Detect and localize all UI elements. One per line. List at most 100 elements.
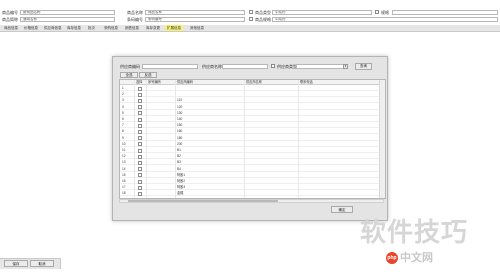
row-checkbox[interactable] <box>138 173 142 178</box>
spec-field[interactable] <box>392 10 498 15</box>
table-row[interactable]: 13 B3 <box>120 160 385 166</box>
row-number: 6 <box>122 117 124 121</box>
row-checkbox[interactable] <box>138 117 142 122</box>
row-checkbox[interactable] <box>138 86 142 91</box>
supplier-code-cell: 150 <box>177 123 183 128</box>
column-header-supplier-code[interactable]: 供应商编码 <box>177 80 193 85</box>
supplier-code-cell: 140 <box>177 117 183 121</box>
tab-stock-change[interactable]: 库存变更 <box>146 25 160 31</box>
row-number: 4 <box>122 104 124 109</box>
table-row[interactable]: 15 阿胶1 <box>120 173 385 178</box>
supplier-code-cell: B3 <box>177 160 181 165</box>
row-checkbox[interactable] <box>138 129 142 134</box>
php-site-text: 中文网 <box>400 251 433 264</box>
row-number: 16 <box>122 179 126 183</box>
table-row[interactable]: 8 160 <box>120 129 385 135</box>
save-button[interactable]: 保存 <box>4 260 28 267</box>
barcode-field[interactable]: 条码编号 <box>145 17 245 22</box>
select-all-tab[interactable]: 全选 <box>120 72 138 78</box>
column-header-select[interactable]: 选择 <box>136 80 142 85</box>
column-header-phone[interactable]: 联系电话 <box>300 80 313 85</box>
cancel-button[interactable]: 取消 <box>30 260 54 267</box>
tab-supplier-info[interactable]: 供应商信息 <box>44 25 62 31</box>
tab-sales-info[interactable]: 销售信息 <box>125 25 139 31</box>
row-number: 10 <box>122 141 126 146</box>
row-checkbox[interactable] <box>138 167 142 172</box>
label-product-spec: 商品规格 <box>255 17 271 22</box>
table-row[interactable]: 11 B1 <box>120 148 385 153</box>
table-row[interactable]: 5 130 <box>120 111 385 116</box>
table-row[interactable]: 9 180 <box>120 136 385 141</box>
row-checkbox[interactable] <box>138 111 142 116</box>
table-row[interactable]: 3 110 <box>120 98 385 104</box>
grid-divider <box>244 80 245 198</box>
chevron-down-icon[interactable]: ▾ <box>343 64 348 69</box>
row-checkbox[interactable] <box>138 136 142 141</box>
short-name-field[interactable]: 通用名称 <box>20 17 115 22</box>
row-checkbox[interactable] <box>138 142 142 147</box>
search-button[interactable]: 查询 <box>355 63 372 70</box>
supplier-code-cell: 阿胶3 <box>177 185 186 190</box>
supplier-code-input[interactable] <box>142 64 198 69</box>
table-row[interactable]: 1 <box>120 86 385 91</box>
spec-checkbox[interactable] <box>375 10 379 14</box>
row-checkbox[interactable] <box>138 191 142 196</box>
table-row[interactable]: 6 140 <box>120 117 385 122</box>
tab-price-info[interactable]: 价格信息 <box>24 25 38 31</box>
table-row[interactable]: 14 B4 <box>120 167 385 172</box>
supplier-name-input[interactable] <box>222 64 268 69</box>
row-checkbox[interactable] <box>138 92 142 97</box>
product-type-checkbox[interactable] <box>249 10 253 14</box>
main-tab-bar: 商品信息 价格信息 供应商信息 库存信息 批次 采购信息 销售信息 库存变更 扩… <box>0 25 500 32</box>
table-row[interactable]: 18 金蝶 <box>120 191 385 197</box>
table-row[interactable]: 10 200 <box>120 142 385 147</box>
row-number: 2 <box>122 92 124 97</box>
row-checkbox[interactable] <box>138 105 142 110</box>
product-spec-checkbox[interactable] <box>249 17 253 21</box>
label-supplier-type: 供应商类型 <box>277 64 297 69</box>
tab-batch[interactable]: 批次 <box>88 25 95 31</box>
table-row[interactable]: 2 <box>120 92 385 98</box>
php-logo: php <box>386 252 398 264</box>
supplier-code-cell: 110 <box>177 98 183 103</box>
row-checkbox[interactable] <box>138 179 142 184</box>
product-code-field[interactable]: 新商品名称 <box>20 10 115 15</box>
row-checkbox[interactable] <box>138 185 142 190</box>
row-number: 9 <box>122 135 124 140</box>
table-row[interactable]: 12 B2 <box>120 154 385 160</box>
vertical-scrollbar[interactable] <box>379 80 385 198</box>
row-number: 1 <box>122 86 124 90</box>
product-type-field[interactable]: 中成药 <box>272 10 372 15</box>
row-checkbox[interactable] <box>138 98 142 103</box>
column-header-seq[interactable]: 序号编码 <box>148 80 161 85</box>
table-row[interactable]: 7 150 <box>120 123 385 129</box>
row-checkbox[interactable] <box>138 123 142 128</box>
table-row[interactable]: 4 120 <box>120 105 385 110</box>
tab-extended-info[interactable]: 扩展信息 <box>165 25 183 31</box>
row-number: 8 <box>122 129 124 134</box>
supplier-code-cell: 阿胶1 <box>177 172 186 177</box>
supplier-type-checkbox[interactable] <box>271 64 275 68</box>
table-row[interactable]: 17 阿胶3 <box>120 185 385 191</box>
tab-other-info[interactable]: 其他信息 <box>190 25 204 31</box>
supplier-type-select[interactable] <box>296 64 344 69</box>
supplier-code-cell: 160 <box>177 129 183 134</box>
table-row[interactable]: 16 阿胶2 <box>120 179 385 184</box>
supplier-code-cell: 阿胶2 <box>177 179 186 183</box>
product-spec-field[interactable]: 中成药 <box>272 17 498 22</box>
label-product-code: 商品编号 <box>2 10 18 15</box>
tab-product-info[interactable]: 商品信息 <box>4 25 18 31</box>
label-spec: 规格 <box>381 10 389 15</box>
invert-select-tab[interactable]: 反选 <box>139 72 157 78</box>
ok-button[interactable]: 确定 <box>331 206 353 213</box>
row-checkbox[interactable] <box>138 148 142 153</box>
row-number: 17 <box>122 185 126 190</box>
supplier-code-cell: B1 <box>177 148 181 152</box>
tab-stock-info[interactable]: 库存信息 <box>67 25 81 31</box>
row-checkbox[interactable] <box>138 154 142 159</box>
column-header-supplier-name[interactable]: 供应商名称 <box>246 80 262 85</box>
horizontal-scrollbar-thumb[interactable] <box>128 200 278 202</box>
tab-purchase-info[interactable]: 采购信息 <box>104 25 118 31</box>
product-name-field[interactable]: 商品名称 <box>145 10 245 15</box>
row-checkbox[interactable] <box>138 160 142 165</box>
